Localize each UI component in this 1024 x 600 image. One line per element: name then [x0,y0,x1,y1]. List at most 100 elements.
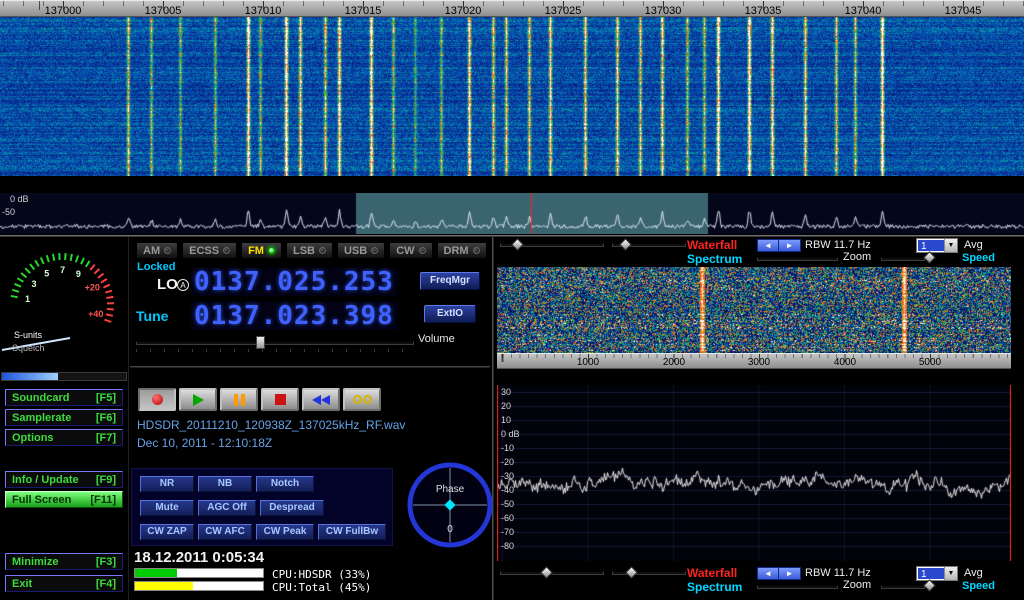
squelch-label: Squelch [12,343,45,353]
mode-button-cw[interactable]: CW [389,242,432,259]
loop-button[interactable] [343,388,381,411]
nr-button[interactable]: NR [140,476,194,492]
tune-label: Tune [136,308,168,324]
fullscreen-button[interactable]: Full Screen[F11] [5,491,123,508]
volume-label: Volume [418,333,455,345]
zoom-out-button[interactable]: ◄ [758,240,779,251]
record-button[interactable] [138,388,176,411]
button-label: Exit [12,578,32,590]
zoom-slider-left-lower[interactable] [757,585,838,589]
mode-button-ecss[interactable]: ECSS [182,242,237,259]
svg-text:9: 9 [76,269,81,279]
button-label: Options [12,432,54,444]
audio-frequency-ruler[interactable]: 1000 2000 3000 4000 5000 [497,353,1011,369]
dropdown-arrow-icon[interactable]: ▼ [944,567,957,580]
mode-button-am[interactable]: AM [136,242,178,259]
avg-select-lower[interactable]: 1 ▼ [916,566,958,581]
zoom-slider-thumb-lower[interactable] [923,579,936,592]
svg-text:1: 1 [25,294,30,304]
playback-controls [138,388,381,411]
waterfall-label-lower: Waterfall [687,566,737,580]
audio-spectrum-display[interactable] [497,385,1011,561]
zoom-in-button[interactable]: ► [779,240,800,251]
db-tick: -50 [501,499,514,509]
nb-button[interactable]: NB [198,476,252,492]
zoom-slider-right-lower[interactable] [881,585,925,589]
middle-divider [130,366,490,368]
zoom-spinner-upper: ◄► [757,239,801,252]
avg-select-upper[interactable]: 1 ▼ [916,238,958,253]
squelch-slider[interactable] [1,372,127,381]
loop-icon [353,395,372,404]
audio-waterfall-display[interactable] [497,267,1011,353]
cw-peak-button[interactable]: CW Peak [256,524,314,540]
minimize-button[interactable]: Minimize[F3] [5,553,123,570]
mode-label: AM [143,245,160,257]
zoom-slider-left-upper[interactable] [757,257,838,261]
cpu-total-fill [135,582,193,590]
play-button[interactable] [179,388,217,411]
exit-button[interactable]: Exit[F4] [5,575,123,592]
notch-button[interactable]: Notch [256,476,314,492]
button-label: Samplerate [12,412,71,424]
freqmgr-button[interactable]: FreqMgr [420,272,480,290]
cpu-hdsdr-fill [135,569,177,577]
ruler-label: 137010 [213,5,313,17]
despread-button[interactable]: Despread [260,500,324,516]
lo-frequency-display[interactable]: 0137.025.253 [191,268,397,296]
audio-display-controls-upper: Waterfall ◄► RBW 11.7 Hz 1 ▼ Avg Spectru… [497,238,1024,266]
rf-frequency-ruler[interactable]: 137000 137005 137010 137015 137020 13702… [0,0,1024,17]
ruler-label: 137025 [513,5,613,17]
volume-slider[interactable] [136,341,414,345]
waterfall-label-upper: Waterfall [687,238,737,252]
waterfall-contrast-thumb-lower[interactable] [625,566,638,579]
extio-button[interactable]: ExtIO [424,305,476,323]
button-hotkey: [F5] [96,392,116,404]
mode-label: DRM [444,245,469,257]
datetime-display: 18.12.2011 0:05:34 [134,549,264,566]
zoom-slider-thumb-upper[interactable] [923,251,936,264]
mode-button-usb[interactable]: USB [337,242,385,259]
mode-button-drm[interactable]: DRM [437,242,487,259]
volume-slider-thumb[interactable] [256,336,265,349]
waterfall-brightness-thumb-lower[interactable] [540,566,553,579]
zoom-in-button[interactable]: ► [779,568,800,579]
tune-frequency-display[interactable]: 0137.023.398 [191,302,397,330]
mode-led [223,247,230,254]
mode-button-fm[interactable]: FM [241,242,282,259]
lo-lock-badge[interactable]: A [177,279,189,291]
button-label: Info / Update [12,474,79,486]
agc-off-button[interactable]: AGC Off [198,500,256,516]
phase-indicator: Phase 0 [405,459,495,551]
info-update-button[interactable]: Info / Update [F9] [5,471,123,488]
zoom-label-upper: Zoom [843,251,871,263]
mode-led [371,247,378,254]
zoom-out-button[interactable]: ◄ [758,568,779,579]
stop-button[interactable] [261,388,299,411]
zoom-slider-right-upper[interactable] [881,257,925,261]
cw-zap-button[interactable]: CW ZAP [140,524,194,540]
rf-spectrum-display[interactable] [0,193,1024,234]
mode-label: FM [248,245,264,257]
ruler-label: 137040 [813,5,913,17]
soundcard-button[interactable]: Soundcard[F5] [5,389,123,406]
mode-led [268,247,275,254]
pause-button[interactable] [220,388,258,411]
dropdown-arrow-icon[interactable]: ▼ [944,239,957,252]
mode-button-row: AM ECSS FM LSB USB CW DRM [136,242,487,259]
rewind-button[interactable] [302,388,340,411]
cw-fullbw-button[interactable]: CW FullBw [318,524,386,540]
button-hotkey: [F9] [96,474,116,486]
rbw-label-upper: RBW 11.7 Hz [805,239,871,251]
mute-button[interactable]: Mute [140,500,194,516]
cw-afc-button[interactable]: CW AFC [198,524,252,540]
waterfall-contrast-thumb-upper[interactable] [619,238,632,251]
waterfall-brightness-thumb-upper[interactable] [511,238,524,251]
rf-waterfall-display[interactable] [0,0,1024,176]
waterfall-contrast-slider-lower[interactable] [612,571,686,575]
samplerate-button[interactable]: Samplerate[F6] [5,409,123,426]
options-button[interactable]: Options[F7] [5,429,123,446]
speed-label-upper: Speed [962,252,995,264]
mode-button-lsb[interactable]: LSB [286,242,333,259]
svg-text:5: 5 [44,269,49,279]
